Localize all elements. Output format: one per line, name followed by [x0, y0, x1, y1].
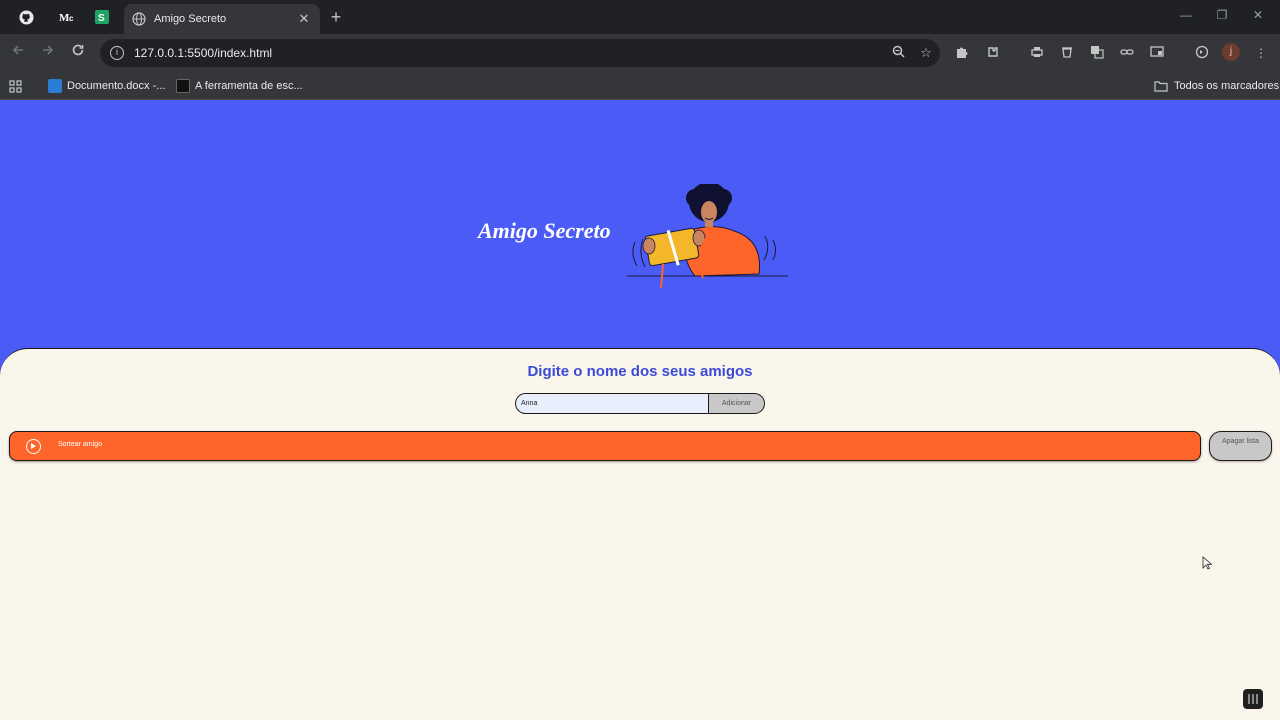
- bookmark-label: Documento.docx -...: [67, 80, 166, 92]
- extension-puzzle-icon[interactable]: [954, 45, 970, 61]
- zoom-icon[interactable]: [884, 45, 912, 61]
- sheets-icon: S: [95, 10, 109, 24]
- back-button[interactable]: [8, 43, 28, 63]
- all-bookmarks-folder[interactable]: Todos os marcadores: [1154, 77, 1279, 95]
- minimize-button[interactable]: —: [1176, 8, 1196, 22]
- pinned-tab-github[interactable]: [14, 6, 38, 28]
- maximize-button[interactable]: ❐: [1212, 8, 1232, 22]
- all-bookmarks-label: Todos os marcadores: [1174, 80, 1280, 92]
- person-with-gift-illustration: [627, 184, 788, 289]
- forward-button[interactable]: [38, 43, 58, 63]
- svg-text:c: c: [69, 14, 74, 23]
- trash-icon[interactable]: [1059, 45, 1075, 61]
- page-title: Amigo Secreto: [478, 218, 611, 243]
- link-icon[interactable]: [1119, 45, 1135, 61]
- arrow-left-icon: [12, 45, 23, 55]
- word-doc-icon: [48, 79, 62, 93]
- apps-grid-icon[interactable]: [9, 77, 22, 95]
- tab-strip: Mc S Amigo Secreto ✕ + — ❐ ✕: [0, 0, 1280, 34]
- browser-window: Mc S Amigo Secreto ✕ + — ❐ ✕ i 127.0.0.1…: [0, 0, 1280, 720]
- bookmarks-bar: Documento.docx -... A ferramenta de esc.…: [0, 72, 1280, 100]
- hero-header: Amigo Secreto: [0, 100, 1280, 350]
- translate-icon[interactable]: [1089, 45, 1105, 61]
- menu-kebab-icon[interactable]: ⋮: [1253, 45, 1269, 61]
- new-tab-button[interactable]: +: [326, 7, 346, 27]
- print-icon[interactable]: [1029, 45, 1045, 61]
- browser-toolbar: i 127.0.0.1:5500/index.html ☆ j ⋮: [0, 34, 1280, 72]
- github-icon: [18, 9, 34, 25]
- main-panel: Digite o nome dos seus amigos Adicionar …: [0, 348, 1280, 720]
- extensions-icon[interactable]: [985, 45, 1001, 61]
- pinned-tab-medium[interactable]: Mc: [54, 6, 78, 28]
- folder-icon: [1154, 81, 1168, 92]
- play-circle-icon: [26, 439, 41, 454]
- bookmark-star-icon[interactable]: ☆: [912, 45, 940, 61]
- profile-avatar[interactable]: j: [1222, 43, 1240, 61]
- pinned-tab-sheets[interactable]: S: [90, 6, 114, 28]
- window-close-button[interactable]: ✕: [1248, 8, 1268, 22]
- sync-icon[interactable]: [1194, 45, 1210, 61]
- arrow-right-icon: [43, 45, 54, 55]
- tool-site-icon: [176, 79, 190, 93]
- mouse-cursor-icon: [1202, 556, 1212, 570]
- bookmark-label: A ferramenta de esc...: [195, 80, 303, 92]
- cast-icon[interactable]: [1149, 45, 1165, 61]
- address-bar[interactable]: i 127.0.0.1:5500/index.html ☆: [100, 39, 940, 67]
- add-button[interactable]: Adicionar: [708, 393, 765, 414]
- draw-button-label: Sortear amigo: [58, 441, 102, 448]
- reload-button[interactable]: [68, 43, 88, 63]
- globe-icon: [132, 12, 146, 26]
- clear-list-button[interactable]: Apagar lista: [1209, 431, 1272, 461]
- reload-icon: [72, 44, 84, 56]
- tab-title: Amigo Secreto: [154, 13, 227, 25]
- floating-widget-icon[interactable]: [1243, 689, 1263, 709]
- draw-friend-button[interactable]: Sortear amigo: [9, 431, 1201, 461]
- friend-name-input[interactable]: [515, 393, 711, 414]
- url-text[interactable]: 127.0.0.1:5500/index.html: [134, 46, 884, 60]
- active-tab[interactable]: Amigo Secreto ✕: [124, 4, 320, 34]
- svg-text:S: S: [98, 13, 105, 24]
- section-subtitle: Digite o nome dos seus amigos: [527, 363, 753, 380]
- web-page: Amigo Secreto Digite o nome dos seus ami…: [0, 100, 1280, 720]
- tab-close-icon[interactable]: ✕: [296, 11, 312, 27]
- add-friend-row: Adicionar: [515, 393, 765, 414]
- bookmark-item-ferramenta[interactable]: A ferramenta de esc...: [176, 77, 303, 95]
- bookmark-item-documento[interactable]: Documento.docx -...: [48, 77, 165, 95]
- medium-icon: Mc: [58, 10, 74, 24]
- site-info-icon[interactable]: i: [110, 46, 124, 60]
